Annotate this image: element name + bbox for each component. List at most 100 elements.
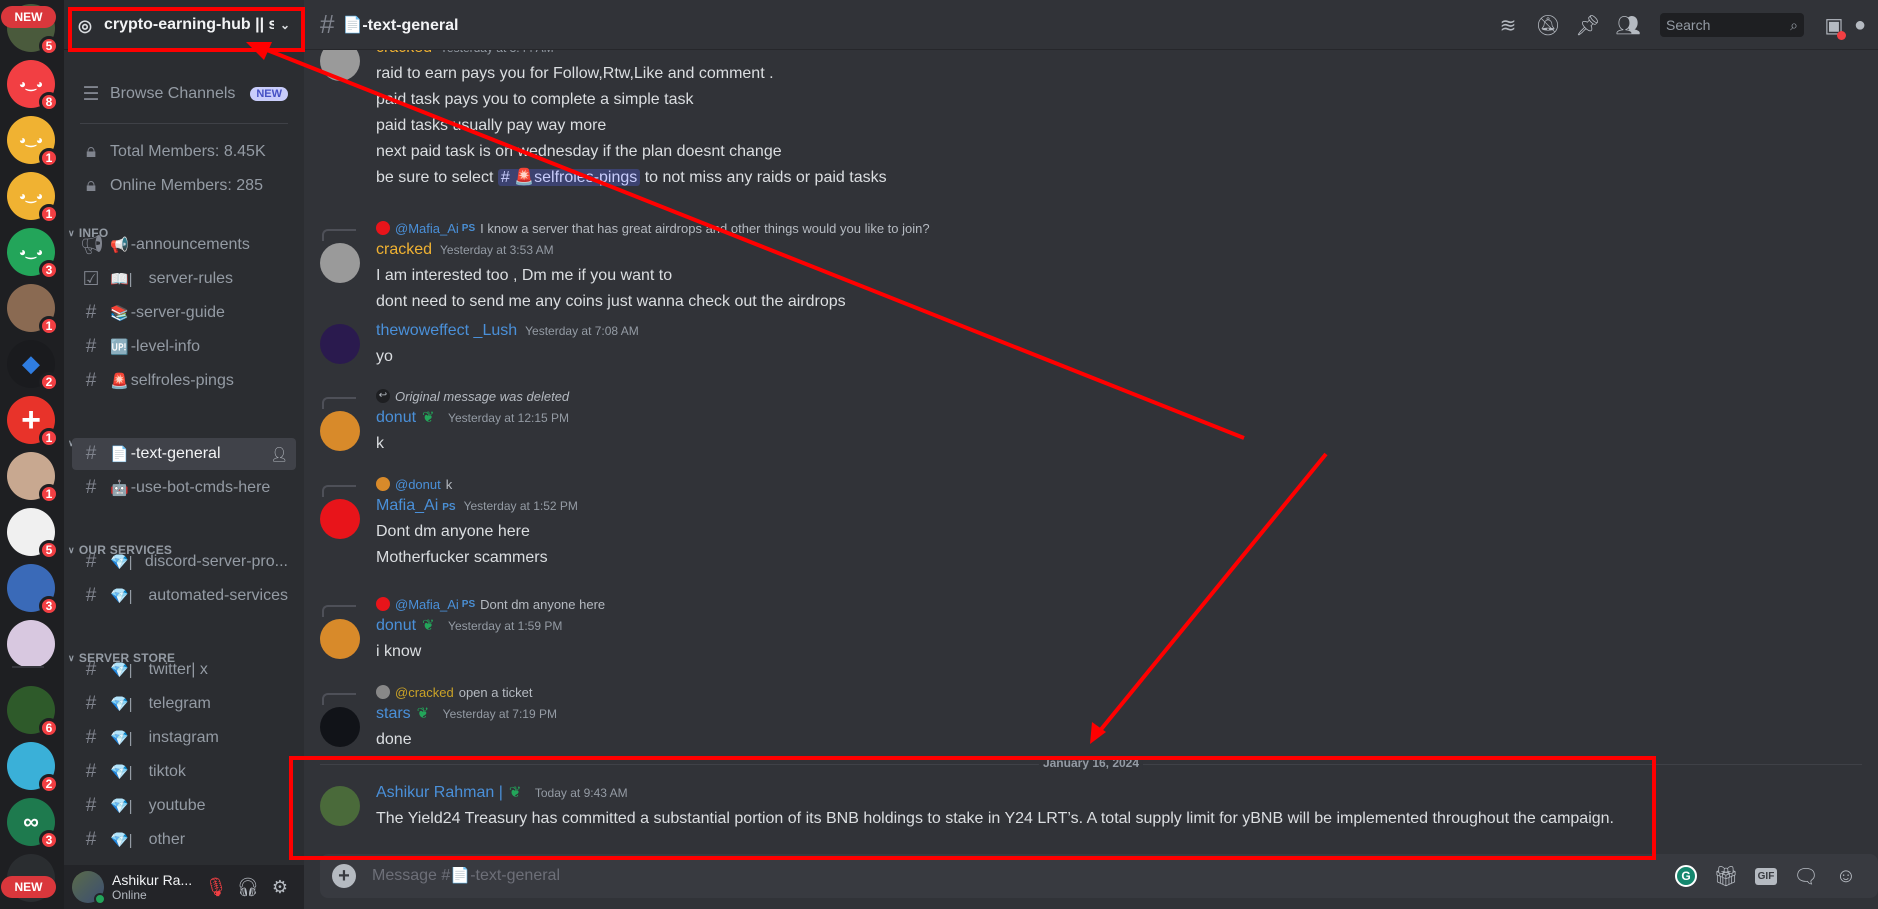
server-icon[interactable]: ◕‿◕ 8 xyxy=(7,60,59,112)
channel-name: -announcements xyxy=(130,236,250,253)
hash-icon: # xyxy=(85,727,97,748)
server-icon[interactable] xyxy=(7,620,55,668)
reply-preview[interactable]: @Mafia_Ai PS I know a server that has grea… xyxy=(376,219,930,237)
author-name[interactable]: Mafia_Ai xyxy=(376,497,438,515)
author-name[interactable]: cracked xyxy=(376,50,432,57)
channel-item[interactable]: # 📚 -server-guide xyxy=(72,297,296,329)
server-rail: 5 NEW ◕‿◕ 8 ◕‿◕ 1 ◕‿◕ 1 ◕‿◕ 3 1 ◆ 2 +1 1 5 3 6 2 ∞ 3 NEW xyxy=(0,0,64,909)
author-avatar[interactable] xyxy=(320,50,360,81)
server-icon[interactable]: ◕‿◕ 1 xyxy=(7,172,59,224)
hash-icon: # xyxy=(85,693,97,714)
author-name[interactable]: donut xyxy=(376,617,416,635)
reply-spine xyxy=(322,397,356,409)
channel-item[interactable]: ☑ 📖| server-rules xyxy=(72,263,296,295)
gift-button[interactable]: 🎁︎ xyxy=(1706,860,1746,892)
author-name[interactable]: donut xyxy=(376,409,416,427)
search-input[interactable]: Search ⌕ xyxy=(1660,13,1804,37)
reply-preview[interactable]: @donut k xyxy=(376,475,452,493)
server-icon[interactable]: 5 xyxy=(7,508,59,560)
inbox-button[interactable]: ▣ xyxy=(1814,5,1854,45)
server-icon[interactable]: +1 xyxy=(7,396,59,448)
attach-button[interactable]: + xyxy=(332,864,356,888)
author-avatar[interactable] xyxy=(320,619,360,659)
server-icon[interactable]: 1 xyxy=(7,284,59,336)
channel-item[interactable]: # 🚨 selfroles-pings xyxy=(72,365,296,397)
server-icon[interactable]: 2 xyxy=(7,742,59,794)
browse-list-icon: ☰ xyxy=(82,83,100,105)
emoji-button[interactable]: ☺ xyxy=(1826,860,1866,892)
browse-channels[interactable]: ☰ Browse Channels NEW xyxy=(72,78,296,110)
member-list-button[interactable]: 👥︎ xyxy=(1608,5,1648,45)
channel-mention[interactable]: # 🚨selfroles-pings xyxy=(497,169,641,186)
new-server-pill: NEW xyxy=(1,876,56,898)
message-input[interactable] xyxy=(372,867,1666,885)
server-icon[interactable]: ∞ 3 xyxy=(7,798,59,850)
message-timestamp: Yesterday at 1:52 PM xyxy=(463,499,578,513)
gif-button[interactable]: GIF xyxy=(1746,860,1786,892)
channel-name: instagram xyxy=(148,729,219,746)
online-members-channel[interactable]: 🔒︎ Online Members: 285 xyxy=(72,170,296,202)
server-icon[interactable]: ◆ 2 xyxy=(7,340,59,392)
reply-text: k xyxy=(445,476,453,492)
server-name-header[interactable]: ◎ crypto-earning-hub || s| ⌄ xyxy=(64,0,304,50)
reply-preview[interactable]: @Mafia_Ai PS Dont dm anyone here xyxy=(376,595,605,613)
user-avatar[interactable] xyxy=(72,871,106,905)
author-avatar[interactable] xyxy=(320,243,360,283)
author-avatar[interactable] xyxy=(320,786,360,826)
message: cracked Yesterday at 3:44 AM raid to earn … xyxy=(320,50,1860,191)
author-name[interactable]: Ashikur Rahman | xyxy=(376,784,503,802)
pinned-messages-button[interactable]: 📌︎ xyxy=(1568,5,1608,45)
grammarly-button[interactable]: G xyxy=(1666,860,1706,892)
author-name[interactable]: stars xyxy=(376,705,411,723)
notification-settings-button[interactable]: 🔕︎ xyxy=(1528,5,1568,45)
author-avatar[interactable] xyxy=(320,411,360,451)
reply-preview[interactable]: @cracked open a ticket xyxy=(376,683,532,701)
mic-muted-icon: 🎙︎ xyxy=(204,876,228,897)
channel-emoji: 🆙 xyxy=(110,339,129,356)
sticker-icon: 🗨︎ xyxy=(1793,865,1819,888)
channel-item[interactable]: # 💎| tiktok xyxy=(72,756,296,788)
channel-emoji: 💎| xyxy=(110,588,133,605)
help-button[interactable]: ● xyxy=(1854,5,1878,45)
channel-item[interactable]: # 💎| discord-server-pro... xyxy=(72,546,296,578)
channel-item[interactable]: # 📄 -text-general 👤︎ xyxy=(72,438,296,470)
server-icon[interactable]: 3 xyxy=(7,564,59,616)
message-timestamp: Yesterday at 7:19 PM xyxy=(442,707,557,721)
user-status: Online xyxy=(112,888,147,902)
hash-icon: # xyxy=(85,585,97,606)
author-name[interactable]: cracked xyxy=(376,241,432,259)
channel-item[interactable]: 📢︎ 📢 -announcements xyxy=(72,229,296,261)
deafen-button[interactable]: 🎧︎ xyxy=(232,871,264,903)
server-icon[interactable]: 6 xyxy=(7,686,59,738)
channel-item[interactable]: # 💎| instagram xyxy=(72,722,296,754)
message-text: I am interested too , Dm me if you want … xyxy=(376,267,673,284)
author-avatar[interactable] xyxy=(320,499,360,539)
author-name[interactable]: thewoweffect _Lush xyxy=(376,322,517,340)
sticker-button[interactable]: 🗨︎ xyxy=(1786,860,1826,892)
reply-text: I know a server that has great airdrops … xyxy=(480,220,930,236)
mute-mic-button[interactable]: 🎙︎ xyxy=(200,871,232,903)
total-members-channel[interactable]: 🔒︎ Total Members: 8.45K xyxy=(72,136,296,168)
hash-icon: # xyxy=(85,551,97,572)
user-settings-button[interactable]: ⚙ xyxy=(264,871,296,903)
reply-spine xyxy=(322,485,356,497)
channel-name: -use-bot-cmds-here xyxy=(130,479,271,496)
server-icon[interactable]: ◕‿◕ 3 xyxy=(7,228,59,280)
channel-item[interactable]: # 💎| twitter| x xyxy=(72,654,296,686)
message-timestamp: Yesterday at 3:44 AM xyxy=(440,50,554,55)
channel-item[interactable]: # 💎| youtube xyxy=(72,790,296,822)
reply-author: @Mafia_Ai xyxy=(395,220,459,236)
server-icon[interactable]: 1 xyxy=(7,452,59,504)
author-avatar[interactable] xyxy=(320,324,360,364)
channel-item[interactable]: # 💎| automated-services xyxy=(72,580,296,612)
threads-button[interactable]: ≋ xyxy=(1488,5,1528,45)
channel-item[interactable]: # 🤖 -use-bot-cmds-here xyxy=(72,472,296,504)
author-avatar[interactable] xyxy=(320,707,360,747)
channel-item[interactable]: # 💎| telegram xyxy=(72,688,296,720)
user-panel: Ashikur Ra... Online 🎙︎ 🎧︎ ⚙ xyxy=(64,865,304,909)
server-icon[interactable]: ◕‿◕ 1 xyxy=(7,116,59,168)
invite-icon[interactable]: 👤︎ xyxy=(270,446,288,463)
channel-item[interactable]: # 💎| other xyxy=(72,824,296,856)
channel-item[interactable]: # 🆙 -level-info xyxy=(72,331,296,363)
reply-preview[interactable]: ↩ Original message was deleted xyxy=(376,387,569,405)
